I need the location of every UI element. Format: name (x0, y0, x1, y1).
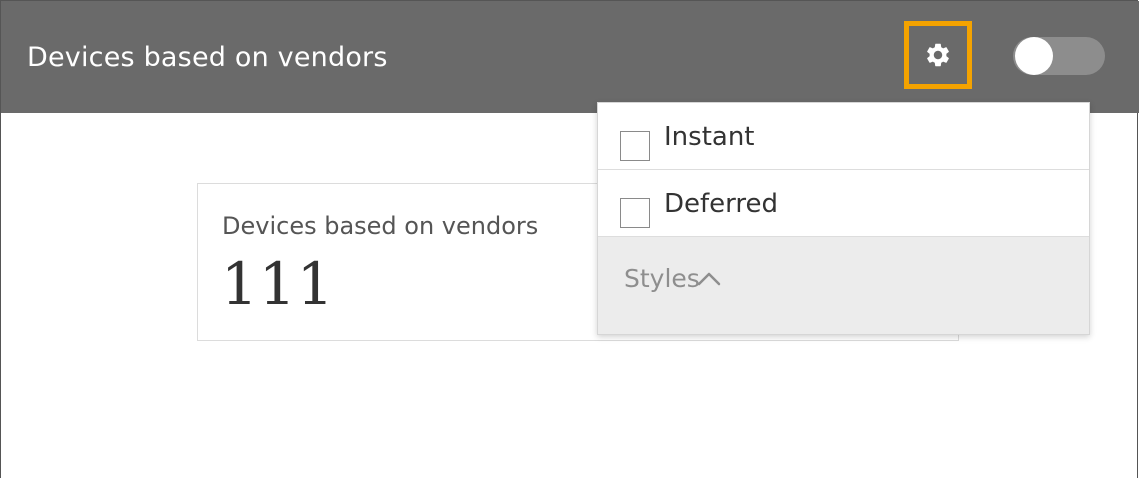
gear-icon (927, 43, 949, 67)
option-deferred-label: Deferred (664, 189, 779, 219)
widget-header: Devices based on vendors (1, 1, 1139, 113)
toggle-knob[interactable] (1015, 37, 1053, 75)
option-instant-label: Instant (664, 122, 755, 152)
chevron-up-icon (697, 272, 721, 286)
styles-section-toggle[interactable]: Styles (598, 237, 1089, 334)
widget-title: Devices based on vendors (27, 42, 388, 73)
option-deferred[interactable]: Deferred (598, 170, 1089, 237)
settings-button[interactable] (904, 21, 972, 89)
kpi-card-title: Devices based on vendors (222, 212, 539, 240)
kpi-card-value: 111 (221, 250, 335, 318)
widget-toggle[interactable] (1013, 37, 1105, 75)
instant-checkbox[interactable] (620, 131, 650, 161)
option-instant[interactable]: Instant (598, 103, 1089, 170)
settings-dropdown: Instant Deferred Styles (597, 102, 1090, 335)
styles-label: Styles (624, 264, 700, 293)
deferred-checkbox[interactable] (620, 198, 650, 228)
widget-frame: Devices based on vendors Devices based o… (0, 0, 1139, 478)
